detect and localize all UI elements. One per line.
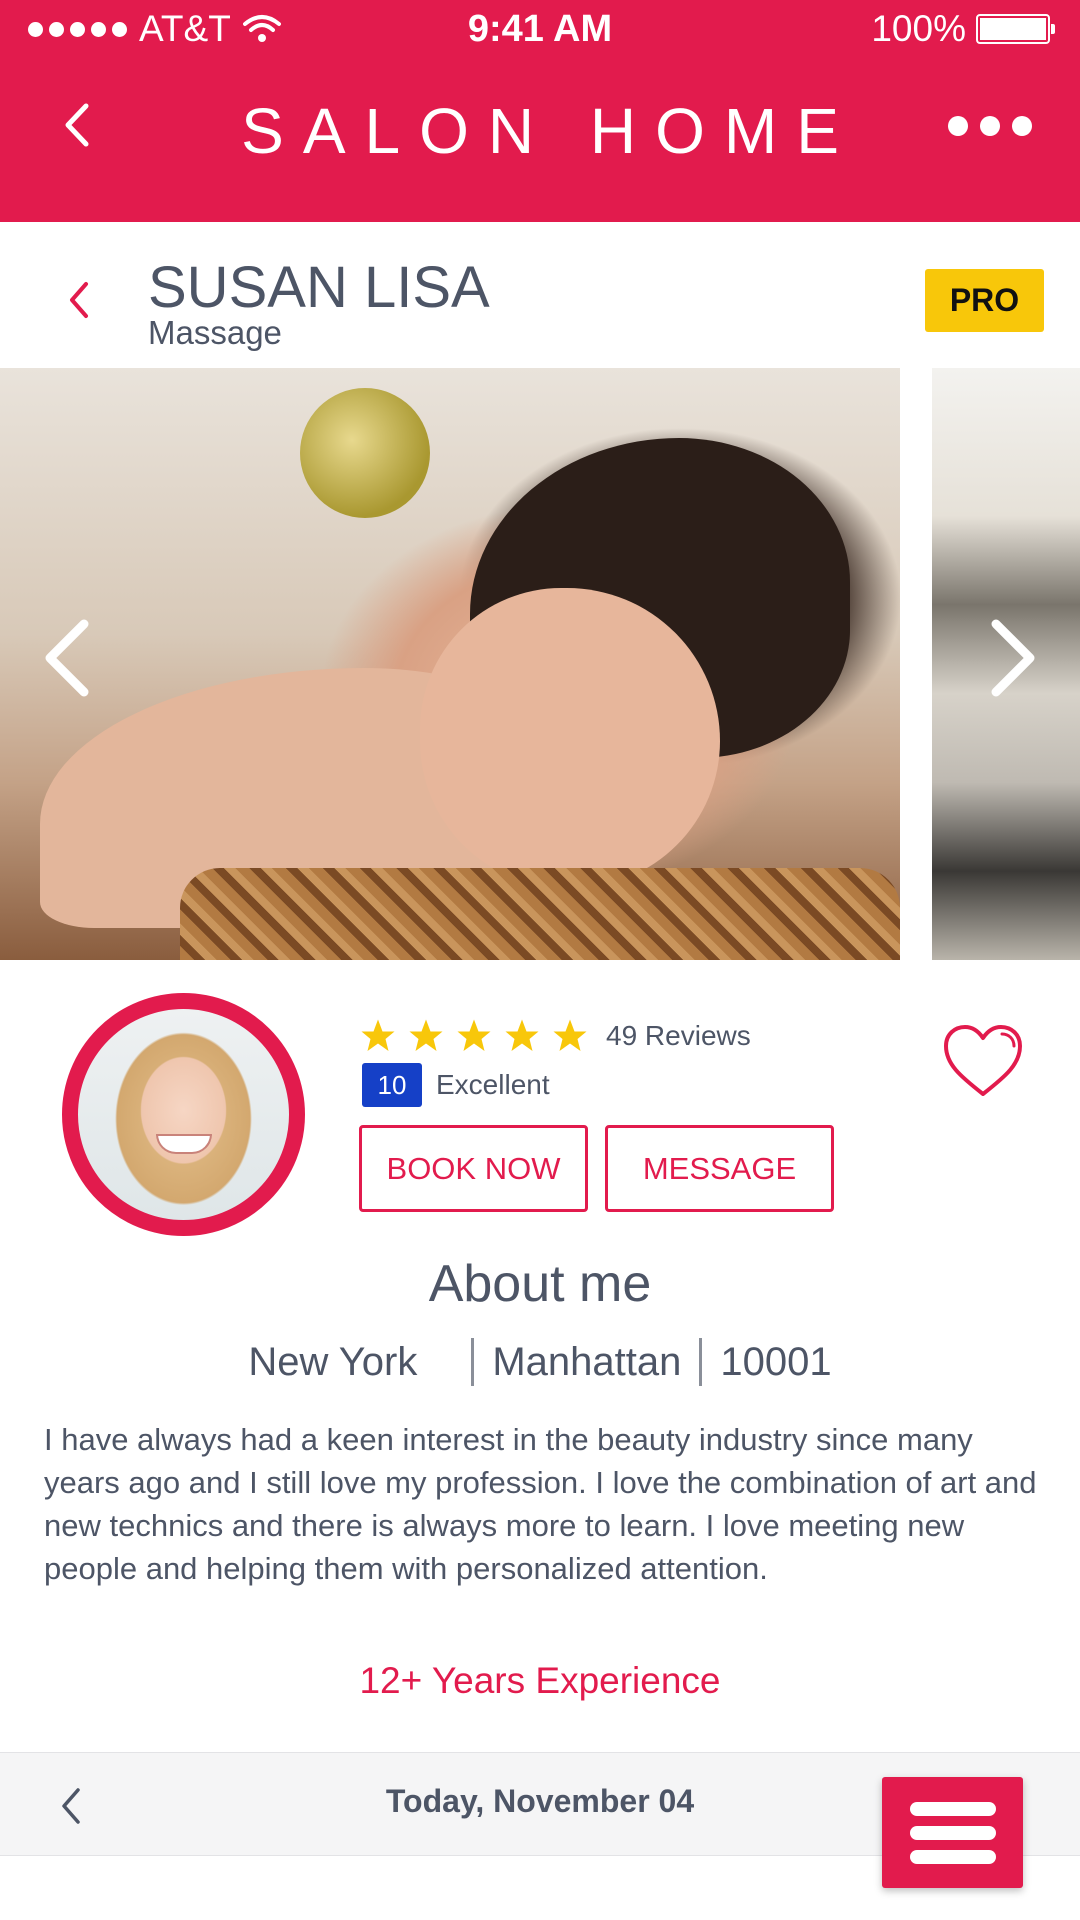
profile-back-icon[interactable] [64,278,94,322]
message-button[interactable]: MESSAGE [605,1125,834,1212]
star-icon [553,1019,587,1051]
star-rating [360,1018,588,1054]
app-header: AT&T 9:41 AM 100% SALON HOME [0,0,1080,222]
hamburger-menu-icon[interactable] [882,1777,1023,1888]
profile-title-row: SUSAN LISA Massage PRO [0,222,1080,368]
battery-icon [976,14,1055,44]
star-icon [361,1019,395,1051]
experience-label: 12+ Years Experience [359,1660,721,1701]
star-icon [457,1019,491,1051]
location-row: New York Manhattan 10001 [0,1338,1080,1386]
gallery-next-icon[interactable] [982,616,1042,700]
star-icon [409,1019,443,1051]
photo-gallery[interactable] [0,368,1080,960]
professional-category: Massage [148,314,282,351]
pro-badge: PRO [925,269,1044,332]
score-row: 10 Excellent [362,1063,550,1107]
massage-photo [0,368,900,960]
location-zip: 10001 [720,1339,832,1384]
star-icon [505,1019,539,1051]
score-badge: 10 [362,1063,422,1107]
score-label: Excellent [436,1069,550,1100]
battery-percent: 100% [871,8,966,49]
brand-logo-text: SALON HOME [241,95,858,167]
professional-name: SUSAN LISA [148,255,490,320]
more-options-icon[interactable] [948,116,1032,136]
status-bar: AT&T 9:41 AM 100% [0,0,1080,60]
reviews-count[interactable]: 49 Reviews [606,1020,751,1052]
avatar [62,993,305,1236]
status-right: 100% [871,8,1055,50]
about-title: About me [428,1255,652,1313]
location-city: New York [248,1339,418,1384]
heart-icon[interactable] [940,1022,1026,1100]
location-area: Manhattan [492,1339,682,1384]
gallery-prev-icon[interactable] [38,616,98,700]
rating-row: 49 Reviews [360,1018,751,1054]
book-now-button[interactable]: BOOK NOW [359,1125,588,1212]
about-description: I have always had a keen interest in the… [44,1422,1037,1586]
